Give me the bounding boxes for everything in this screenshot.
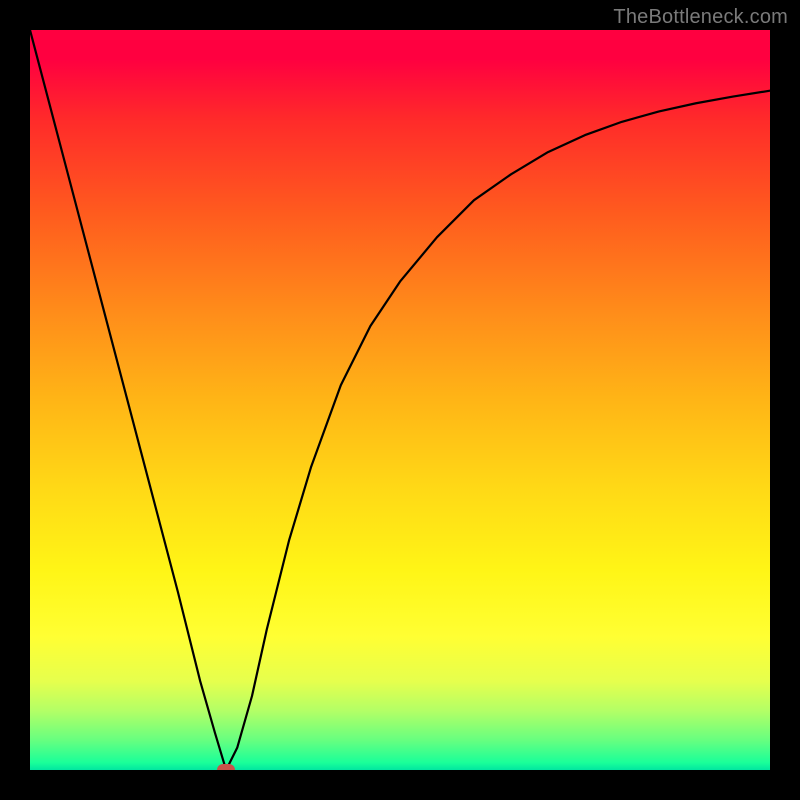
- minimum-marker: [217, 764, 235, 770]
- curve-layer: [30, 30, 770, 770]
- plot-area: [30, 30, 770, 770]
- chart-frame: TheBottleneck.com: [0, 0, 800, 800]
- bottleneck-curve: [30, 30, 770, 770]
- watermark-text: TheBottleneck.com: [613, 6, 788, 29]
